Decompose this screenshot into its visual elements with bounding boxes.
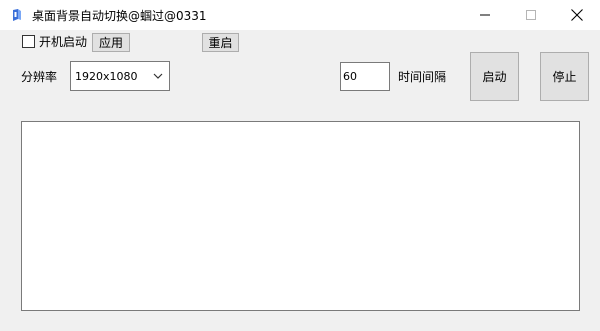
resolution-value: 1920x1080 [75,69,138,83]
app-window: 桌面背景自动切换@蝈过@0331 开机启动 应用 重启 分辨率 1920x108… [0,0,600,331]
interval-input[interactable]: 60 [340,62,390,91]
chevron-down-icon [153,73,163,79]
minimize-button[interactable] [462,0,508,30]
minimize-icon [480,14,490,16]
autostart-checkbox-box[interactable] [22,34,35,48]
interval-label: 时间间隔 [398,70,447,84]
resolution-select[interactable]: 1920x1080 [70,61,170,91]
autostart-label: 开机启动 [39,34,88,49]
restart-button[interactable]: 重启 [202,33,239,52]
title-bar[interactable]: 桌面背景自动切换@蝈过@0331 [0,0,600,30]
close-button[interactable] [554,0,600,30]
maximize-button[interactable] [508,0,554,30]
stop-button[interactable]: 停止 [540,52,589,101]
log-textarea[interactable] [21,121,580,311]
close-icon [571,9,583,21]
autostart-checkbox[interactable]: 开机启动 [22,33,87,49]
resolution-label: 分辨率 [21,70,58,84]
window-title: 桌面背景自动切换@蝈过@0331 [32,9,207,23]
apply-button[interactable]: 应用 [92,33,130,52]
start-button[interactable]: 启动 [470,52,519,101]
app-icon [13,9,21,21]
maximize-icon [526,10,536,20]
